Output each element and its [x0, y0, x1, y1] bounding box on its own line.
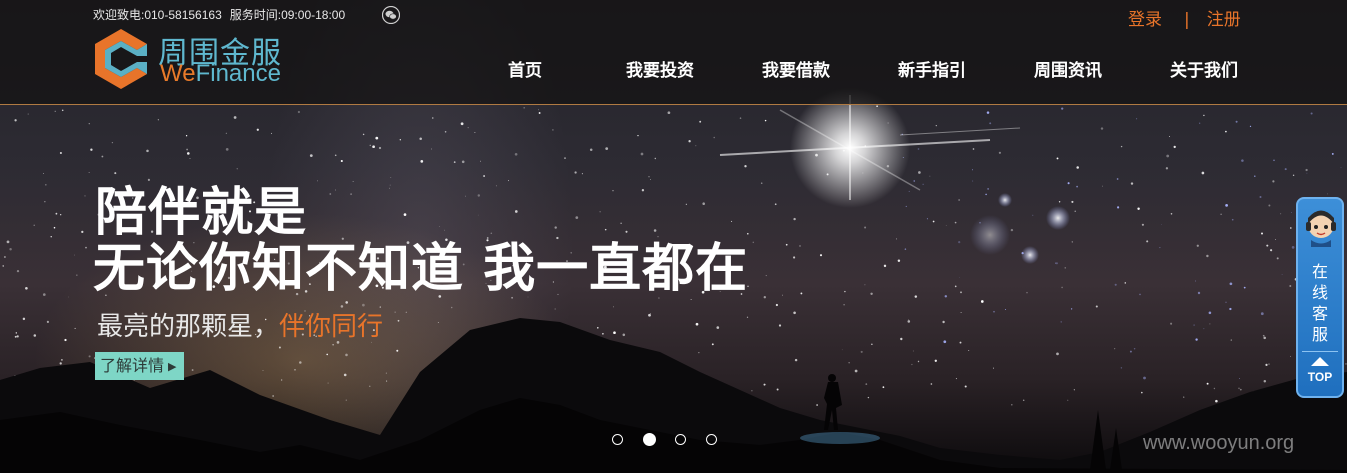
customer-service-panel[interactable]: 在线客服 TOP — [1296, 197, 1344, 398]
service-hours-text: 服务时间:09:00-18:00 — [229, 8, 346, 22]
auth-separator: | — [1184, 10, 1190, 30]
nav-item-news[interactable]: 周围资讯 — [1034, 56, 1102, 81]
online-service-text: 在线客服 — [1311, 262, 1328, 344]
auth-links: 登录 | 注册 — [1128, 5, 1241, 30]
contact-info: 欢迎致电:010-58156163 服务时间:09:00-18:00 — [93, 6, 345, 23]
watermark-text: www.wooyun.org — [1143, 432, 1295, 454]
learn-more-label: 了解详情 — [100, 356, 165, 375]
nav-item-guide[interactable]: 新手指引 — [898, 56, 966, 81]
carousel-dot-1[interactable] — [612, 434, 623, 445]
hero-subline: 最亮的那颗星，伴你同行 — [97, 306, 383, 343]
nav-item-borrow[interactable]: 我要借款 — [762, 56, 830, 81]
learn-more-button[interactable]: 了解详情 ▶ — [95, 352, 185, 380]
arrow-up-icon — [1311, 357, 1329, 366]
hotline-text: 欢迎致电:010-58156163 — [93, 8, 222, 22]
carousel-dot-4[interactable] — [706, 434, 717, 445]
hero-subline-accent: 伴你同行 — [279, 312, 384, 342]
register-link[interactable]: 注册 — [1207, 10, 1241, 30]
hero-headline-line2: 无论你知不知道 我一直都在 — [93, 238, 749, 299]
top-header: 欢迎致电:010-58156163 服务时间:09:00-18:00 周围金服 W… — [0, 0, 1347, 105]
service-agent-avatar-icon — [1306, 210, 1336, 247]
nav-item-invest[interactable]: 我要投资 — [626, 56, 694, 81]
back-to-top-button[interactable]: TOP — [1298, 357, 1342, 385]
main-nav: 首页 我要投资 我要借款 新手指引 周围资讯 关于我们 — [0, 56, 1347, 81]
carousel-dot-3[interactable] — [675, 434, 686, 445]
hero-subline-text: 最亮的那颗星， — [97, 312, 280, 342]
wechat-icon[interactable] — [382, 6, 400, 24]
nav-item-home[interactable]: 首页 — [508, 56, 542, 81]
login-link[interactable]: 登录 — [1128, 10, 1162, 30]
play-arrow-icon: ▶ — [168, 360, 177, 373]
nav-item-about[interactable]: 关于我们 — [1170, 56, 1238, 81]
carousel-dot-2[interactable] — [643, 433, 656, 446]
online-service-label: 在线客服 — [1298, 261, 1342, 345]
top-label: TOP — [1307, 370, 1333, 384]
side-divider — [1302, 351, 1338, 352]
